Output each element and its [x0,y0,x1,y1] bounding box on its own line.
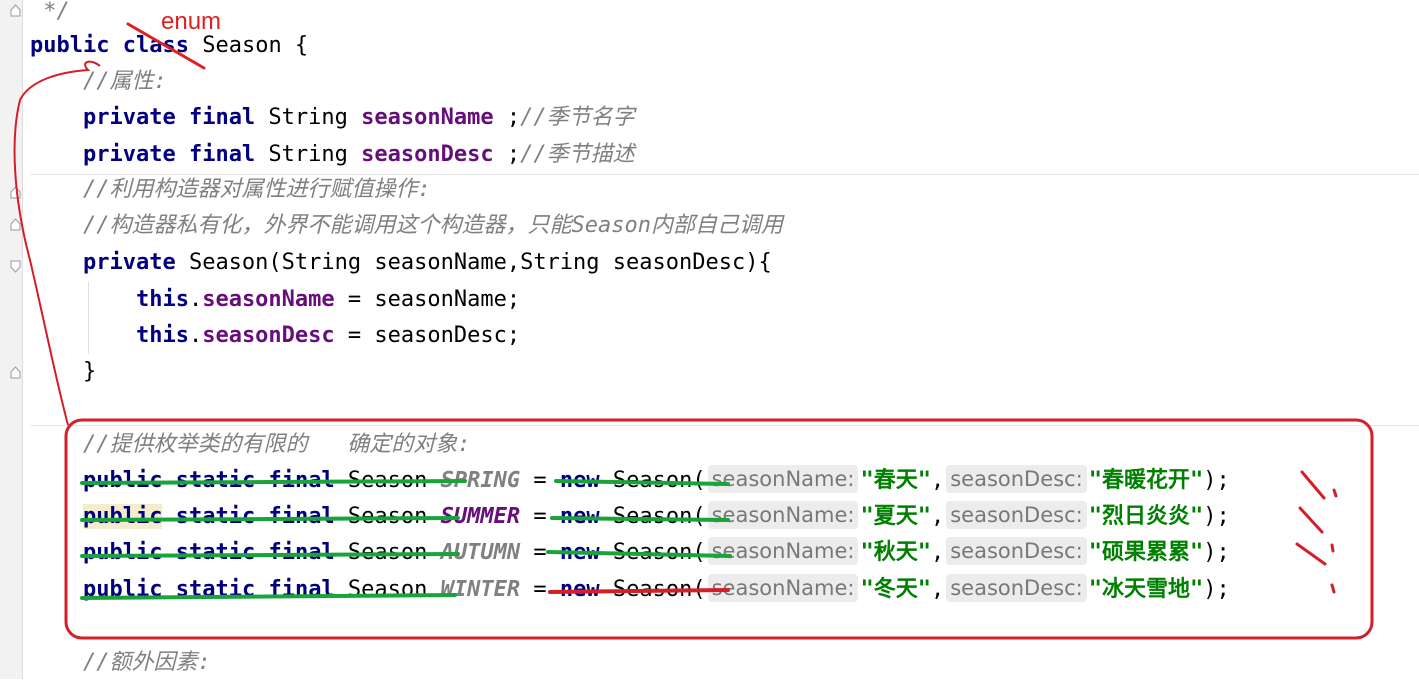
green-strike-lines [80,479,732,600]
annotation-overlay [13,22,1374,640]
handwritten-semicolon-strikes [1295,470,1338,594]
highlight-box [64,418,1374,640]
handwritten-arrow-line [13,60,101,426]
red-strike-line [548,588,730,594]
handwritten-enum-note: enum [161,8,222,35]
